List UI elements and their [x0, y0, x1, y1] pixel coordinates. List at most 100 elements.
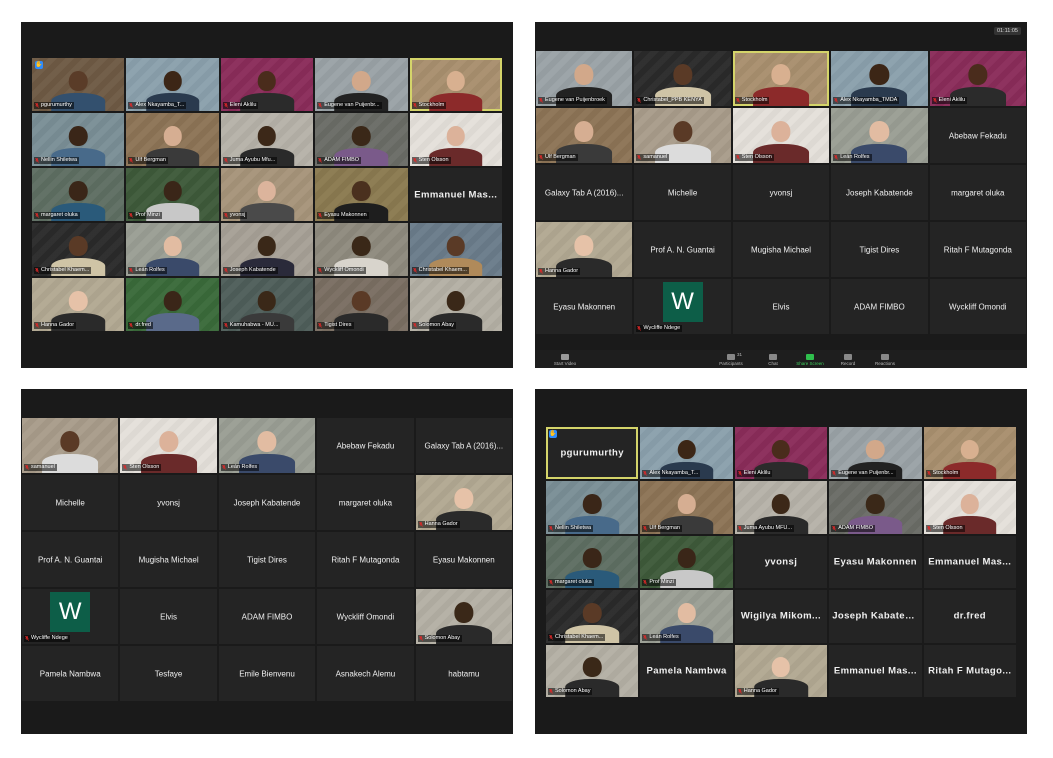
- start-video-button[interactable]: Start Video: [550, 354, 580, 366]
- participant-tile[interactable]: samanuel: [22, 418, 119, 473]
- participant-tile[interactable]: Tigist Dires: [315, 278, 408, 331]
- participant-tile[interactable]: Alex Nkayamba_TMDA: [831, 51, 928, 106]
- participant-tile[interactable]: Solomon Abay: [546, 644, 639, 697]
- participant-tile[interactable]: Ulf Bergman: [126, 113, 219, 166]
- participant-tile[interactable]: samanuel: [634, 108, 731, 163]
- participant-tile[interactable]: Eyasu Makonnen: [829, 535, 922, 589]
- participant-tile[interactable]: Stockholm: [409, 58, 502, 111]
- participant-tile[interactable]: Mugisha Michael: [120, 532, 217, 587]
- participant-tile[interactable]: Prof A. N. Guantai: [22, 532, 119, 587]
- participant-tile[interactable]: Ritah F Mutagonda: [929, 222, 1026, 277]
- participant-tile[interactable]: Eyasu Makonnen: [536, 279, 633, 334]
- participant-tile[interactable]: pgurumurthy ✋: [32, 58, 125, 111]
- participant-tile[interactable]: Eleni Aklilu: [734, 427, 828, 480]
- participant-tile[interactable]: Eugene van Puijenbr...: [829, 427, 922, 480]
- participant-tile[interactable]: Michelle: [22, 475, 119, 530]
- participant-tile[interactable]: Eyasu Makonnen: [315, 168, 408, 221]
- participant-tile[interactable]: W Wycliffe Ndege: [634, 279, 731, 334]
- participant-tile[interactable]: Pamela Nambwa: [640, 644, 733, 697]
- participant-tile[interactable]: Ulf Bergman: [536, 108, 633, 163]
- participant-tile[interactable]: Sten Olsson: [732, 108, 830, 163]
- participant-tile[interactable]: Nellin Shiletwa: [546, 481, 639, 534]
- participant-tile[interactable]: Hanna Gador: [734, 644, 828, 697]
- participant-tile[interactable]: Alex Nkayamba_T...: [640, 427, 733, 480]
- participant-tile[interactable]: Joseph Kabatende: [831, 165, 928, 220]
- participant-tile[interactable]: Ulf Bergman: [640, 481, 733, 534]
- participant-tile[interactable]: Juma Ayubu MFU...: [734, 481, 828, 534]
- participant-tile[interactable]: Leán Rolfes: [218, 418, 316, 473]
- participant-tile[interactable]: Tesfaye: [120, 646, 217, 701]
- participant-tile[interactable]: yvonsj: [732, 165, 830, 220]
- participant-tile[interactable]: Emmanuel Mas...: [923, 535, 1016, 589]
- participant-tile[interactable]: Wyckliff Omondi: [929, 279, 1026, 334]
- share-screen-button[interactable]: Share Screen: [795, 354, 825, 366]
- participant-tile[interactable]: Emmanuel Mas...: [829, 644, 922, 697]
- participant-tile[interactable]: Abebaw Fekadu: [317, 418, 414, 473]
- participant-tile[interactable]: Wyckliff Omondi: [317, 589, 414, 644]
- participant-tile[interactable]: Abebaw Fekadu: [929, 108, 1026, 163]
- participant-tile[interactable]: Leán Rolfes: [640, 590, 733, 643]
- participant-tile[interactable]: Hanna Gador: [536, 222, 633, 277]
- participant-tile[interactable]: Juma Ayubu Mfu...: [220, 113, 314, 166]
- participant-tile[interactable]: Ritah F Mutago...: [923, 644, 1016, 697]
- participant-tile[interactable]: Hanna Gador: [415, 475, 512, 530]
- participant-tile[interactable]: Prof Minzi: [126, 168, 219, 221]
- participant-tile[interactable]: Solomon Abay: [415, 589, 512, 644]
- participant-tile[interactable]: ADAM FIMBO: [829, 481, 922, 534]
- participant-tile[interactable]: margaret oluka: [32, 168, 125, 221]
- participant-tile[interactable]: margaret oluka: [317, 475, 414, 530]
- participant-tile[interactable]: Tigist Dires: [831, 222, 928, 277]
- chat-button[interactable]: Chat: [758, 354, 788, 366]
- participant-tile[interactable]: Joseph Kabatende: [218, 475, 316, 530]
- participant-tile[interactable]: ADAM FIMBO: [315, 113, 408, 166]
- participant-tile[interactable]: Sten Olsson: [923, 481, 1016, 534]
- participant-tile[interactable]: Prof Minzi: [640, 535, 733, 589]
- participant-tile[interactable]: yvonsj: [734, 535, 828, 589]
- participant-tile[interactable]: Joseph Kabatende: [220, 223, 314, 276]
- participant-tile[interactable]: Stockholm: [923, 427, 1016, 480]
- participant-tile[interactable]: yvonsj: [220, 168, 314, 221]
- participant-tile[interactable]: Mugisha Michael: [732, 222, 830, 277]
- record-button[interactable]: Record: [833, 354, 863, 366]
- participant-tile[interactable]: Christabel Khaem...: [409, 223, 502, 276]
- participant-tile[interactable]: Eleni Aklilu: [929, 51, 1026, 106]
- participant-tile[interactable]: pgurumurthy ✋: [546, 427, 639, 480]
- participant-tile[interactable]: Christabel Khaem...: [546, 590, 639, 643]
- participant-tile[interactable]: Galaxy Tab A (2016)...: [536, 165, 633, 220]
- participant-tile[interactable]: Eleni Aklilu: [220, 58, 314, 111]
- participant-tile[interactable]: yvonsj: [120, 475, 217, 530]
- participant-tile[interactable]: Sten Olsson: [120, 418, 217, 473]
- participant-tile[interactable]: Nellin Shiletwa: [32, 113, 125, 166]
- participant-tile[interactable]: Joseph Kabaten...: [829, 590, 922, 643]
- participant-tile[interactable]: Solomon Abay: [409, 278, 502, 331]
- participant-tile[interactable]: dr.fred: [126, 278, 219, 331]
- participant-tile[interactable]: Prof A. N. Guantai: [634, 222, 731, 277]
- participant-tile[interactable]: margaret oluka: [929, 165, 1026, 220]
- participant-tile[interactable]: Michelle: [634, 165, 731, 220]
- participant-tile[interactable]: Ritah F Mutagonda: [317, 532, 414, 587]
- reactions-button[interactable]: Reactions: [870, 354, 900, 366]
- participant-tile[interactable]: Tigist Dires: [218, 532, 316, 587]
- participant-tile[interactable]: Pamela Nambwa: [22, 646, 119, 701]
- participant-tile[interactable]: W Wycliffe Ndege: [22, 589, 119, 644]
- participant-tile[interactable]: Stockholm: [732, 51, 830, 106]
- participant-tile[interactable]: Hanna Gador: [32, 278, 125, 331]
- participant-tile[interactable]: habtamu: [415, 646, 512, 701]
- participant-tile[interactable]: Sten Olsson: [409, 113, 502, 166]
- participant-tile[interactable]: Emile Bienvenu: [218, 646, 316, 701]
- participant-tile[interactable]: ADAM FIMBO: [831, 279, 928, 334]
- participant-tile[interactable]: Elvis: [732, 279, 830, 334]
- participant-tile[interactable]: Kamuhabwa - MU...: [220, 278, 314, 331]
- participant-tile[interactable]: ADAM FIMBO: [218, 589, 316, 644]
- participant-tile[interactable]: dr.fred: [923, 590, 1016, 643]
- participant-tile[interactable]: Asnakech Alemu: [317, 646, 414, 701]
- participant-tile[interactable]: Eyasu Makonnen: [415, 532, 512, 587]
- participant-tile[interactable]: Eugene van Puijenbr...: [315, 58, 408, 111]
- participant-tile[interactable]: Alex Nkayamba_T...: [126, 58, 219, 111]
- participant-tile[interactable]: Christabel Khaem...: [32, 223, 125, 276]
- participant-tile[interactable]: Wyckliff Omondi: [315, 223, 408, 276]
- participant-tile[interactable]: Leán Rolfes: [126, 223, 219, 276]
- participant-tile[interactable]: Wigilya Mikom...: [734, 590, 828, 643]
- participant-tile[interactable]: margaret oluka: [546, 535, 639, 589]
- participant-tile[interactable]: Elvis: [120, 589, 217, 644]
